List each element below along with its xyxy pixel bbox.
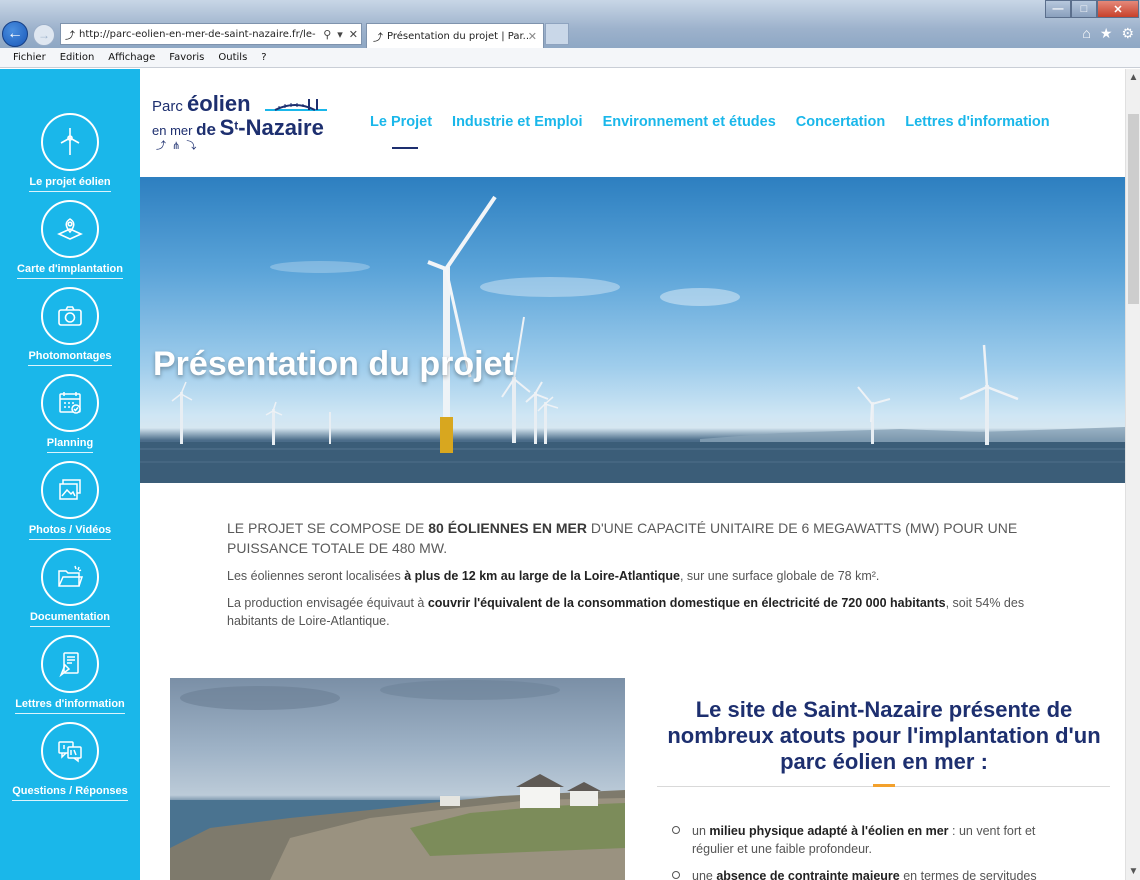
minimize-button[interactable]: — (1045, 0, 1071, 18)
coast-photo (170, 678, 625, 880)
stop-icon[interactable]: ✕ (346, 28, 361, 41)
map-pin-icon (41, 200, 99, 258)
address-url[interactable]: http://parc-eolien-en-mer-de-saint-nazai… (79, 29, 320, 40)
sidebar-item-label: Planning (46, 437, 94, 453)
nav-active-indicator (392, 147, 418, 149)
photos-icon (41, 461, 99, 519)
site-logo[interactable]: Parc éolien en mer de St-Nazaire ⤴⋔⤵ (152, 91, 332, 152)
address-bar[interactable]: ⤴ http://parc-eolien-en-mer-de-saint-naz… (60, 23, 362, 45)
sidebar-item-projet-eolien[interactable]: Le projet éolien (0, 113, 140, 192)
sidebar-item-photomontages[interactable]: Photomontages (0, 287, 140, 366)
chat-bubbles-icon (41, 722, 99, 780)
site-header: Parc éolien en mer de St-Nazaire ⤴⋔⤵ Le … (140, 69, 1125, 177)
home-icon[interactable]: ⌂ (1082, 25, 1090, 42)
intro-paragraph-production: La production envisagée équivaut à couvr… (227, 596, 1025, 628)
sidebar-item-label: Photos / Vidéos (28, 524, 112, 540)
list-item: un milieu physique adapté à l'éolien en … (672, 822, 1072, 858)
close-window-button[interactable]: ✕ (1097, 0, 1139, 18)
scroll-up-icon[interactable]: ▲ (1126, 69, 1140, 86)
bullet-icon (672, 871, 680, 879)
menu-affichage[interactable]: Affichage (108, 52, 155, 63)
scroll-down-icon[interactable]: ▼ (1126, 863, 1140, 880)
page-scrollbar[interactable]: ▲ ▼ (1125, 69, 1140, 880)
camera-icon (41, 287, 99, 345)
tab-favicon-icon: ⤴ (373, 32, 383, 44)
page-title: Présentation du projet (153, 345, 514, 383)
sidebar-item-label: Documentation (29, 611, 111, 627)
bridge-logo-icon (265, 99, 327, 111)
turbines-icon: ⤴⋔⤵ (156, 141, 203, 152)
sidebar-item-documentation[interactable]: Documentation (0, 548, 140, 627)
sidebar-item-planning[interactable]: Planning (0, 374, 140, 453)
hero-banner: Présentation du projet (140, 177, 1125, 483)
tab-close-icon[interactable]: ✕ (528, 30, 543, 43)
nav-lettres[interactable]: Lettres d'information (905, 114, 1049, 130)
intro-lead: Le projet se compose de 80 éoliennes en … (227, 520, 1018, 556)
intro-paragraph-location: Les éoliennes seront localisées à plus d… (227, 569, 880, 583)
dropdown-icon[interactable]: ▾ (334, 28, 346, 41)
back-button[interactable]: ← (2, 21, 28, 47)
newsletter-icon (41, 635, 99, 693)
sidebar-item-questions[interactable]: Questions / Réponses (0, 722, 140, 801)
settings-gear-icon[interactable]: ⚙ (1121, 25, 1134, 42)
sidebar-item-carte[interactable]: Carte d'implantation (0, 200, 140, 279)
atouts-accent-bar (873, 784, 895, 787)
sidebar-item-lettres[interactable]: Lettres d'information (0, 635, 140, 714)
sidebar-item-label: Carte d'implantation (17, 263, 123, 279)
nav-industrie-emploi[interactable]: Industrie et Emploi (452, 114, 583, 130)
offshore-wind-farm-image (140, 195, 1125, 483)
main-nav: Le Projet Industrie et Emploi Environnem… (370, 114, 1050, 130)
menu-favoris[interactable]: Favoris (169, 52, 204, 63)
browser-titlebar: ← → ⤴ http://parc-eolien-en-mer-de-saint… (0, 0, 1140, 48)
sidebar-item-photos-videos[interactable]: Photos / Vidéos (0, 461, 140, 540)
site-favicon-icon: ⤴ (65, 30, 75, 42)
sidebar-item-label: Photomontages (28, 350, 112, 366)
sidebar-item-label: Le projet éolien (29, 176, 111, 192)
nav-concertation[interactable]: Concertation (796, 114, 885, 130)
sidebar-item-label: Lettres d'information (15, 698, 125, 714)
atouts-heading: Le site de Saint-Nazaire présente de nom… (667, 697, 1101, 774)
menu-outils[interactable]: Outils (218, 52, 247, 63)
atouts-list: un milieu physique adapté à l'éolien en … (672, 822, 1072, 880)
intro-section: Le projet se compose de 80 éoliennes en … (227, 518, 1067, 630)
browser-tab[interactable]: ⤴ Présentation du projet | Par... ✕ (366, 23, 544, 48)
forward-arrow-icon: → (38, 28, 50, 42)
forward-button[interactable]: → (33, 24, 55, 46)
favorites-star-icon[interactable]: ★ (1100, 25, 1113, 42)
menu-edition[interactable]: Edition (60, 52, 95, 63)
menu-bar: Fichier Edition Affichage Favoris Outils… (0, 48, 1140, 68)
new-tab-button[interactable] (545, 23, 569, 45)
back-arrow-icon: ← (7, 25, 23, 42)
maximize-button[interactable]: □ (1071, 0, 1097, 18)
scroll-thumb[interactable] (1128, 114, 1139, 304)
search-icon[interactable]: ⚲ (320, 28, 334, 41)
nav-environnement[interactable]: Environnement et études (603, 114, 776, 130)
nav-le-projet[interactable]: Le Projet (370, 114, 432, 130)
list-item: une absence de contrainte majeure en ter… (672, 867, 1072, 880)
tab-title: Présentation du projet | Par... (387, 30, 528, 42)
menu-fichier[interactable]: Fichier (13, 52, 46, 63)
folder-icon (41, 548, 99, 606)
wind-turbine-icon (41, 113, 99, 171)
sidebar-item-label: Questions / Réponses (12, 785, 128, 801)
menu-help[interactable]: ? (261, 52, 266, 63)
calendar-icon (41, 374, 99, 432)
sidebar: Le projet éolien Carte d'implantation Ph… (0, 69, 140, 880)
bullet-icon (672, 826, 680, 834)
